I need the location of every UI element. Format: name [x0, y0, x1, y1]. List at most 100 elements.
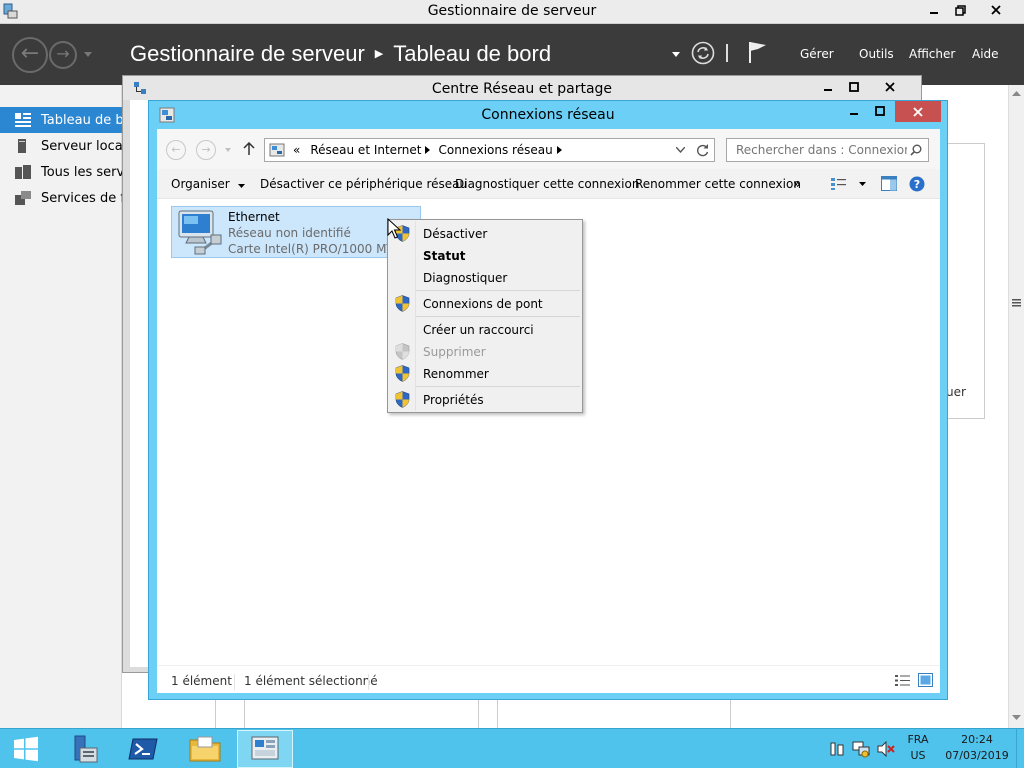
sidebar-item-all-servers[interactable]: Tous les serveurs: [0, 159, 122, 185]
scroll-down-icon[interactable]: [1012, 715, 1021, 721]
breadcrumb-item-server-manager[interactable]: Gestionnaire de serveur: [130, 41, 365, 66]
more-commands-button[interactable]: »: [793, 177, 801, 191]
menu-view[interactable]: Afficher: [909, 47, 955, 61]
scroll-up-icon[interactable]: [1012, 91, 1021, 97]
status-divider: [234, 674, 235, 690]
breadcrumb-dropdown-icon[interactable]: [672, 52, 680, 58]
arrow-left-icon: ←: [20, 41, 40, 66]
menu-manage[interactable]: Gérer: [800, 47, 834, 61]
arrow-right-icon: →: [201, 143, 211, 156]
sidebar-item-dashboard[interactable]: Tableau de bord: [0, 107, 122, 133]
clock-time[interactable]: 20:24: [944, 733, 1010, 746]
sidebar-item-label: Tableau de bord: [41, 112, 122, 128]
search-icon[interactable]: [910, 144, 922, 156]
taskbar: FRA US 20:24 07/03/2019: [0, 728, 1024, 768]
sidebar-item-label: Serveur local: [41, 138, 122, 154]
help-icon[interactable]: ?: [909, 176, 925, 192]
address-segment-network-connections[interactable]: Connexions réseau: [438, 143, 552, 157]
close-button[interactable]: [895, 101, 941, 122]
diagnose-connection-button[interactable]: Diagnostiquer cette connexion: [455, 177, 639, 191]
close-icon: [884, 82, 895, 92]
close-button[interactable]: [973, 0, 1018, 20]
forward-button[interactable]: →: [49, 41, 77, 69]
maximize-button[interactable]: [867, 101, 893, 121]
chevron-down-icon: [238, 184, 246, 188]
rename-connection-button[interactable]: Renommer cette connexion: [635, 177, 801, 191]
start-button[interactable]: [0, 730, 52, 768]
ethernet-adapter-item[interactable]: Ethernet Réseau non identifié Carte Inte…: [171, 206, 425, 258]
network-adapter-icon: [178, 210, 222, 255]
change-view-icon[interactable]: [831, 177, 847, 191]
servers-icon: [15, 165, 31, 179]
menu-item-disable[interactable]: Désactiver: [389, 222, 581, 244]
minimize-icon: [930, 12, 938, 14]
menu-item-create-shortcut[interactable]: Créer un raccourci: [389, 318, 581, 340]
scroll-grip-icon: [1012, 299, 1021, 307]
menu-item-label: Désactiver: [423, 227, 488, 241]
back-button[interactable]: ←: [166, 140, 186, 160]
recent-locations-icon[interactable]: [225, 148, 231, 152]
minimize-button[interactable]: [921, 0, 947, 20]
menu-item-label: Statut: [423, 249, 466, 263]
input-language[interactable]: FRA: [904, 733, 932, 746]
large-icons-view-icon[interactable]: [918, 673, 933, 687]
up-arrow-icon[interactable]: [243, 142, 255, 156]
refresh-icon[interactable]: [691, 41, 715, 65]
maximize-button[interactable]: [841, 77, 867, 97]
menu-item-status[interactable]: Statut: [389, 244, 581, 266]
taskbar-powershell[interactable]: [115, 730, 171, 768]
taskbar-server-manager[interactable]: [55, 730, 111, 768]
menu-item-label: Supprimer: [423, 345, 486, 359]
minimize-button[interactable]: [841, 101, 867, 121]
keyboard-layout[interactable]: US: [904, 749, 932, 762]
search-input[interactable]: [727, 139, 907, 161]
disable-device-button[interactable]: Désactiver ce périphérique réseau: [260, 177, 467, 191]
network-tray-icon[interactable]: [852, 740, 870, 758]
network-control-panel-icon: [251, 736, 279, 760]
restore-button[interactable]: [947, 0, 973, 20]
menu-item-bridge-connections[interactable]: Connexions de pont: [389, 292, 581, 314]
uac-shield-icon: [395, 365, 410, 382]
details-view-icon[interactable]: [895, 674, 910, 687]
menu-help[interactable]: Aide: [972, 47, 999, 61]
minimize-button[interactable]: [815, 77, 841, 97]
view-options-dropdown-icon[interactable]: [859, 182, 866, 186]
chevron-down-icon[interactable]: [676, 147, 685, 153]
address-bar[interactable]: « Réseau et Internet Connexions réseau: [264, 138, 715, 162]
address-segment-network-internet[interactable]: Réseau et Internet: [310, 143, 421, 157]
taskbar-file-explorer[interactable]: [177, 730, 233, 768]
close-icon: [913, 106, 923, 117]
back-button[interactable]: ←: [12, 37, 48, 73]
server-icon: [18, 139, 26, 153]
vertical-scrollbar[interactable]: [1008, 85, 1024, 728]
close-button[interactable]: [867, 77, 912, 97]
notifications-flag-icon[interactable]: [747, 40, 769, 64]
refresh-icon[interactable]: [696, 143, 710, 157]
menu-item-label: Créer un raccourci: [423, 323, 534, 337]
chevron-right-icon[interactable]: [425, 146, 431, 154]
breadcrumb: Gestionnaire de serveur ▶ Tableau de bord: [130, 41, 551, 67]
menu-tools[interactable]: Outils: [859, 47, 894, 61]
menu-item-rename[interactable]: Renommer: [389, 362, 581, 384]
forward-button[interactable]: →: [196, 140, 216, 160]
volume-muted-icon[interactable]: [877, 741, 895, 757]
address-overflow[interactable]: «: [293, 143, 300, 157]
action-center-flag-icon[interactable]: [829, 741, 845, 757]
menu-item-diagnose[interactable]: Diagnostiquer: [389, 266, 581, 288]
breadcrumb-item-dashboard[interactable]: Tableau de bord: [393, 41, 551, 66]
show-desktop-button[interactable]: [1016, 729, 1024, 768]
taskbar-network-connections[interactable]: [237, 730, 293, 768]
clock-date[interactable]: 07/03/2019: [944, 749, 1010, 762]
organize-button[interactable]: Organiser: [171, 177, 246, 191]
sidebar-item-local-server[interactable]: Serveur local: [0, 133, 122, 159]
history-dropdown-icon[interactable]: [84, 52, 92, 58]
item-count: 1 élément: [171, 674, 232, 688]
search-box[interactable]: [726, 138, 929, 162]
chevron-right-icon[interactable]: [556, 146, 562, 154]
menu-item-properties[interactable]: Propriétés: [389, 388, 581, 410]
menu-separator: [416, 386, 580, 387]
preview-pane-icon[interactable]: [881, 176, 897, 191]
menu-separator: [416, 290, 580, 291]
windows-logo-icon: [14, 736, 38, 762]
sidebar-item-file-services[interactable]: Services de fichiers: [0, 185, 122, 211]
